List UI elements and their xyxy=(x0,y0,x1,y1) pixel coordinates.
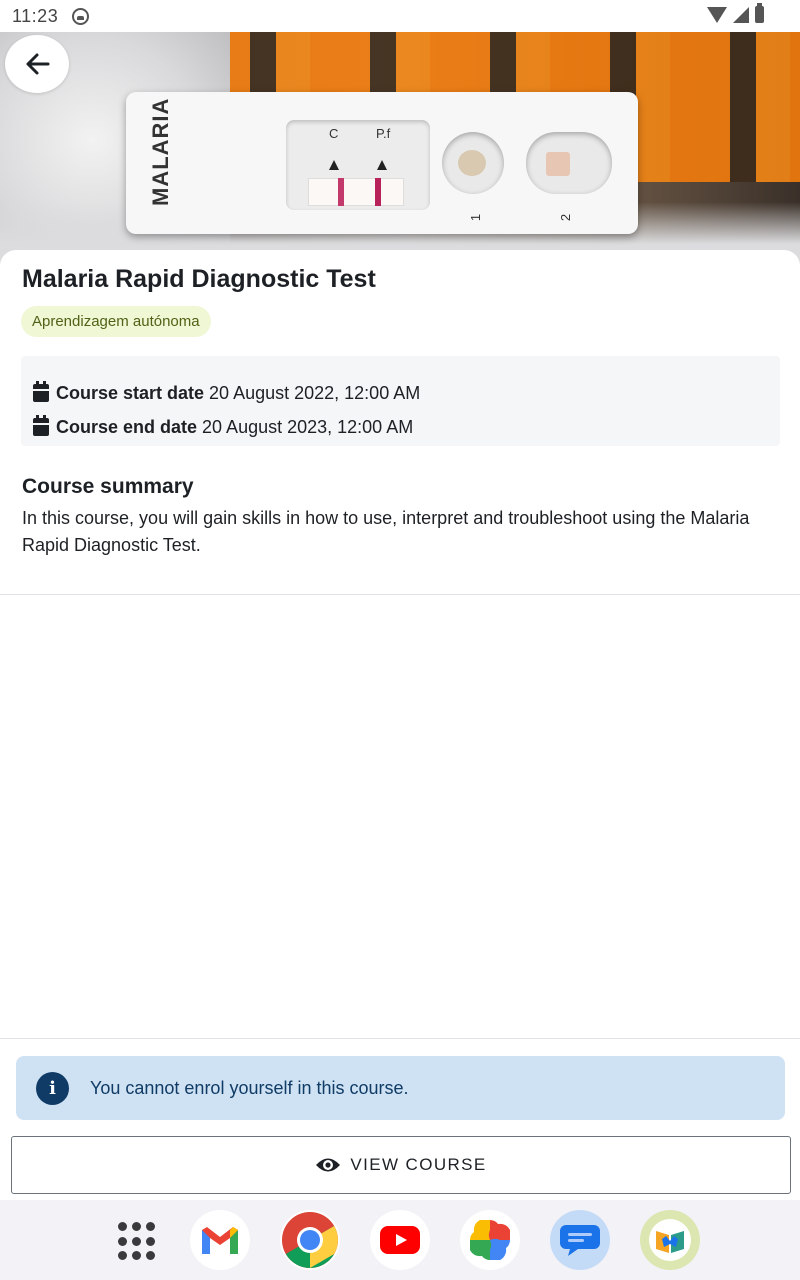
battery-icon xyxy=(755,3,764,23)
wifi-icon xyxy=(707,6,727,23)
end-date-label: Course end date xyxy=(56,416,198,437)
cellular-icon xyxy=(733,6,749,23)
gmail-icon[interactable] xyxy=(190,1210,250,1270)
marker-pf: P.f xyxy=(376,126,391,141)
marker-c: C xyxy=(329,126,339,141)
app-drawer-icon[interactable] xyxy=(118,1222,158,1262)
start-date-value: 20 August 2022, 12:00 AM xyxy=(209,382,421,403)
eye-icon xyxy=(316,1158,341,1172)
notification-icon xyxy=(72,7,90,25)
enrol-alert: i You cannot enrol yourself in this cour… xyxy=(16,1056,785,1120)
alert-text: You cannot enrol yourself in this course… xyxy=(90,1077,409,1098)
start-date-label: Course start date xyxy=(56,382,205,403)
moodle-logo xyxy=(649,1219,691,1261)
moodle-app-icon[interactable] xyxy=(640,1210,700,1270)
youtube-logo xyxy=(380,1226,420,1254)
info-icon: i xyxy=(36,1071,69,1105)
well-2-core xyxy=(546,152,570,176)
course-dates: Course start date 20 August 2022, 12:00 … xyxy=(21,356,780,446)
cassette-label: MALARIA xyxy=(148,97,173,206)
messages-icon[interactable] xyxy=(550,1210,610,1270)
course-card: Malaria Rapid Diagnostic Test Aprendizag… xyxy=(0,250,800,595)
rdt-cassette: MALARIA C P.f 1 2 xyxy=(126,92,638,234)
course-badge: Aprendizagem autónoma xyxy=(21,306,211,337)
marker-pf-arrow xyxy=(377,160,387,170)
summary-text: In this course, you will gain skills in … xyxy=(22,508,750,555)
back-button[interactable] xyxy=(5,35,69,93)
start-date-row: Course start date 20 August 2022, 12:00 … xyxy=(33,376,768,410)
calendar-icon xyxy=(33,415,49,436)
summary-title: Course summary xyxy=(22,475,194,498)
view-course-label: VIEW COURSE xyxy=(350,1155,487,1174)
photos-logo xyxy=(470,1220,510,1260)
arrow-left-icon xyxy=(26,53,50,75)
youtube-icon[interactable] xyxy=(370,1210,430,1270)
chrome-icon[interactable] xyxy=(280,1210,340,1270)
course-title: Malaria Rapid Diagnostic Test xyxy=(22,265,376,293)
messages-logo xyxy=(560,1225,600,1256)
end-date-value: 20 August 2023, 12:00 AM xyxy=(202,416,414,437)
status-icons xyxy=(707,3,764,23)
course-image: MALARIA C P.f 1 2 xyxy=(0,32,800,272)
test-strip xyxy=(308,178,404,206)
divider xyxy=(0,1038,800,1039)
view-course-button[interactable]: VIEW COURSE xyxy=(11,1136,791,1194)
status-time: 11:23 xyxy=(12,5,59,26)
well-1-core xyxy=(458,150,486,176)
well-2-number: 2 xyxy=(558,213,574,222)
chrome-logo xyxy=(282,1212,338,1268)
status-bar: 11:23 xyxy=(0,0,800,32)
app-dock xyxy=(0,1200,800,1280)
marker-c-arrow xyxy=(329,160,339,170)
photos-icon[interactable] xyxy=(460,1210,520,1270)
control-line xyxy=(338,178,344,206)
well-1-number: 1 xyxy=(468,213,484,222)
pf-line xyxy=(375,178,381,206)
gmail-logo xyxy=(202,1227,238,1254)
calendar-icon xyxy=(33,381,49,402)
end-date-row: Course end date 20 August 2023, 12:00 AM xyxy=(33,410,768,444)
